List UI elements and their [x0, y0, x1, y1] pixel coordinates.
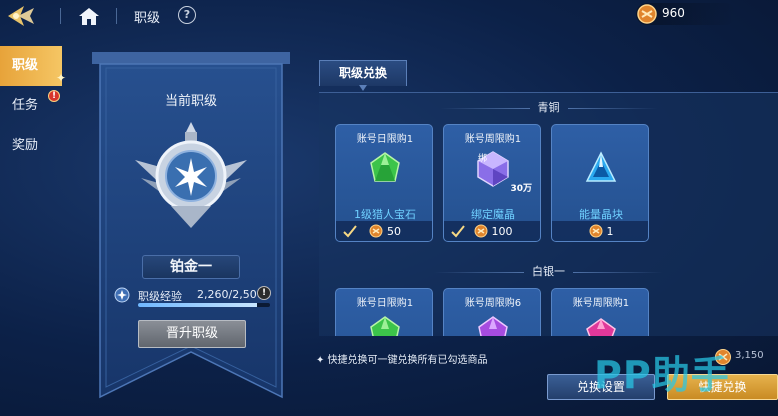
notification-badge: ! [48, 90, 60, 102]
item-name: 绑定魔晶 [471, 208, 515, 221]
exchange-item-card[interactable]: 账号日限购1 1级猎人宝石 50 [335, 124, 433, 242]
tab-caret-icon [359, 85, 367, 91]
quick-exchange-hint: ✦ 快捷兑换可一键兑换所有已勾选商品 [316, 355, 488, 366]
total-cost: 3,150 [735, 350, 764, 361]
blue-energy-crystal-icon [585, 151, 617, 182]
rank-title: 当前职级 [164, 94, 217, 109]
exchange-item-card[interactable]: 能量晶块 1 [551, 124, 649, 242]
help-icon[interactable]: ? [178, 6, 196, 24]
coin-icon [369, 224, 383, 238]
purchase-limit: 账号日限购1 [356, 298, 414, 309]
promote-rank-button[interactable]: 晋升职级 [138, 320, 246, 348]
bind-tag: 绑 [478, 154, 488, 164]
item-price: 1 [552, 221, 648, 241]
coin-icon [636, 3, 658, 25]
xp-icon [114, 287, 130, 303]
xp-info-icon[interactable]: ! [257, 286, 271, 300]
sidebar-item-label: 任务 [12, 98, 39, 113]
green-gem-icon [370, 152, 400, 182]
divider [60, 8, 61, 24]
sidebar-item-tasks[interactable]: 任务 ! [0, 86, 66, 126]
check-icon[interactable] [342, 221, 358, 242]
xp-progress-bar [138, 303, 270, 307]
page-title: 职级 [134, 11, 161, 26]
quick-exchange-button[interactable]: 快捷兑换 [667, 374, 778, 400]
purchase-limit: 账号周限购1 [464, 134, 522, 145]
sidebar-item-rank[interactable]: 职级 ✦ [0, 46, 66, 86]
purchase-limit: 账号周限购1 [572, 298, 630, 309]
exchange-item-card[interactable]: 账号周限购1 [551, 288, 649, 336]
xp-progress-fill [138, 303, 258, 307]
exchange-item-card[interactable]: 账号周限购1 绑 30万 绑定魔晶 100 [443, 124, 541, 242]
rank-banner: 当前职级 铂金一 职级经验 2,260/2,500 ! 晋升职级 [92, 52, 290, 402]
exchange-item-card[interactable]: 账号日限购1 [335, 288, 433, 336]
sidebar: 职级 ✦ 任务 ! 奖励 [0, 46, 66, 166]
green-gem-icon [370, 316, 400, 336]
currency-value: 960 [662, 6, 685, 20]
coin-icon [715, 349, 731, 365]
item-quantity: 30万 [510, 184, 532, 194]
xp-label: 职级经验 [138, 290, 182, 303]
item-name: 能量晶块 [579, 208, 623, 221]
sidebar-item-rewards[interactable]: 奖励 [0, 126, 66, 166]
sidebar-item-label: 奖励 [12, 138, 39, 153]
purple-gem-icon [478, 316, 508, 336]
currency-display: 960 [636, 3, 736, 25]
rank-name: 铂金一 [142, 255, 240, 279]
coin-icon [589, 224, 602, 238]
platinum-rank-emblem-icon [131, 120, 251, 230]
exchange-settings-button[interactable]: 兑换设置 [547, 374, 655, 400]
section-title: 青铜 [319, 99, 778, 115]
back-logo-icon[interactable] [4, 2, 44, 30]
divider [116, 8, 117, 24]
tab-rank-exchange[interactable]: 职级兑换 [319, 60, 407, 86]
purchase-limit: 账号日限购1 [356, 134, 414, 145]
coin-icon [474, 224, 487, 238]
section-title: 白银一 [319, 263, 778, 279]
home-icon[interactable] [78, 6, 100, 26]
xp-value: 2,260/2,500 [197, 288, 264, 301]
sidebar-item-label: 职级 [12, 58, 39, 73]
check-icon[interactable] [450, 221, 466, 242]
item-name: 1级猎人宝石 [354, 208, 416, 221]
exchange-item-card[interactable]: 账号周限购6 [443, 288, 541, 336]
top-bar: 职级 ? 960 [0, 0, 778, 32]
purchase-limit: 账号周限购6 [464, 298, 522, 309]
exchange-panel[interactable]: 青铜 账号日限购1 1级猎人宝石 50 账号周限购1 绑 30万 绑定魔晶 10… [319, 92, 778, 336]
pink-gem-icon [586, 318, 616, 336]
